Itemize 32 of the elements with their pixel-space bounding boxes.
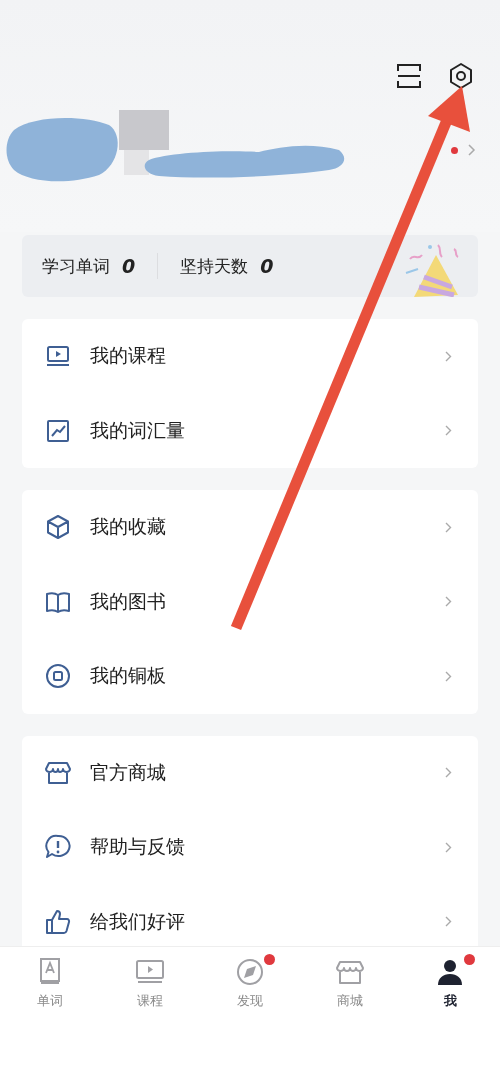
chevron-icon (445, 670, 452, 682)
chevron-icon (445, 767, 452, 779)
tab[interactable]: 商城 (300, 947, 400, 1031)
tab[interactable]: 我 (400, 947, 500, 1031)
cube-icon (44, 513, 72, 542)
tab[interactable]: 单词 (0, 947, 100, 1031)
menu-item[interactable]: 官方商城 (22, 735, 478, 810)
settings-icon[interactable] (448, 62, 474, 90)
compass-icon (235, 957, 265, 987)
stat-value: 0 (260, 255, 274, 277)
stat-label: 坚持天数 (180, 254, 249, 278)
menu-item[interactable]: 帮助与反馈 (22, 810, 478, 885)
scan-icon[interactable] (396, 63, 422, 89)
menu-item[interactable]: 给我们好评 (22, 884, 478, 946)
menu-item[interactable]: 我的铜板 (22, 639, 478, 714)
menu-item[interactable]: 我的图书 (22, 564, 478, 639)
tab[interactable]: 课程 (100, 947, 200, 1031)
chevron-icon (445, 350, 452, 362)
tab[interactable]: 发现 (200, 947, 300, 1031)
chevron-icon (445, 425, 452, 437)
coin-icon (44, 662, 72, 691)
person-icon (435, 957, 465, 987)
menu-item[interactable]: 我的收藏 (22, 490, 478, 565)
menu-item[interactable]: 我的词汇量 (22, 393, 478, 468)
chevron-icon (445, 596, 452, 608)
stat-value: 0 (122, 255, 136, 277)
thumbs-up-icon (44, 907, 72, 936)
stat-label: 学习单词 (42, 254, 110, 278)
chevron-icon (445, 521, 452, 533)
chevron-icon (445, 841, 452, 853)
menu-item[interactable]: 我的课程 (22, 319, 478, 394)
chevron-icon (445, 916, 452, 928)
